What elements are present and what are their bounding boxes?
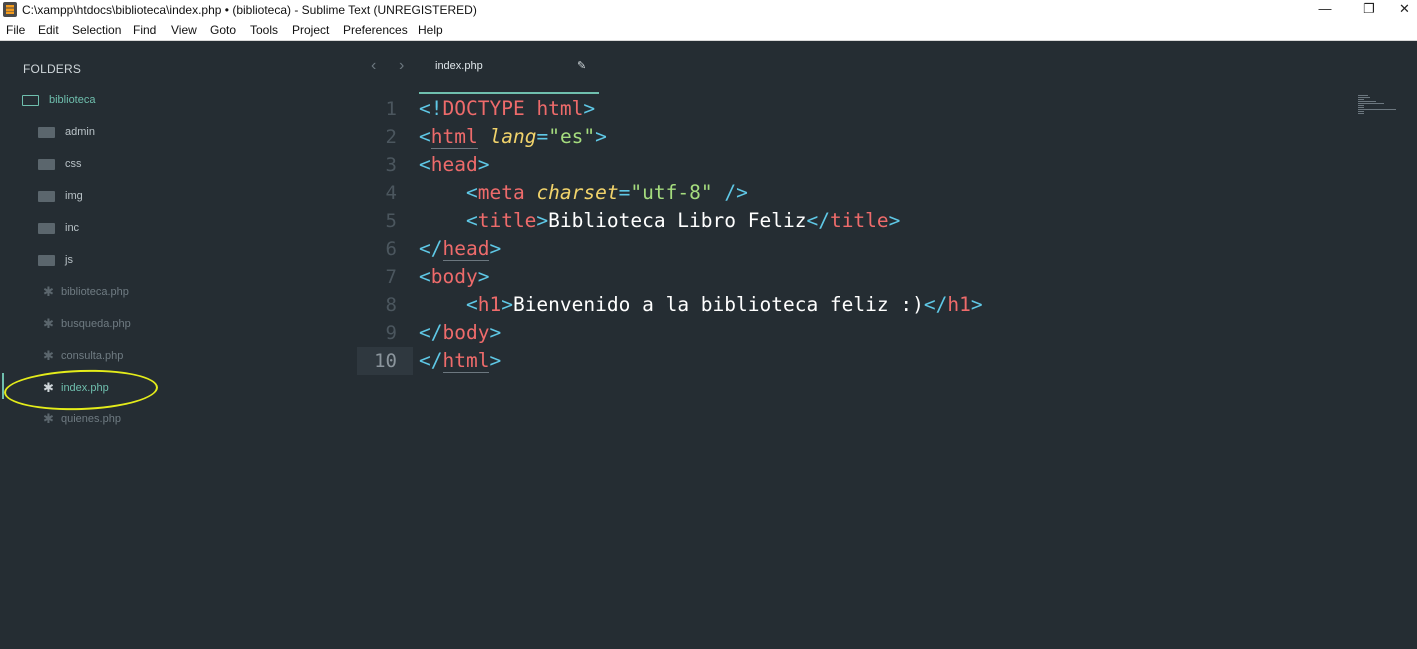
menu-find[interactable]: Find xyxy=(133,23,156,37)
window-title: C:\xampp\htdocs\biblioteca\index.php • (… xyxy=(22,3,477,17)
menu-view[interactable]: View xyxy=(171,23,197,37)
menu-goto[interactable]: Goto xyxy=(210,23,236,37)
line-number: 9 xyxy=(385,322,397,344)
code-line[interactable]: <head> xyxy=(419,151,489,179)
code-line[interactable]: </body> xyxy=(419,319,501,347)
code-line[interactable]: <title>Biblioteca Libro Feliz</title> xyxy=(419,207,900,235)
file-asterisk-icon: ✱ xyxy=(43,316,54,331)
code-line[interactable]: </html> xyxy=(419,347,501,375)
file-label: busqueda.php xyxy=(61,318,131,330)
folder-icon xyxy=(38,125,55,138)
menu-tools[interactable]: Tools xyxy=(250,23,278,37)
folder-icon xyxy=(38,253,55,266)
sidebar: FOLDERS biblioteca admin css img inc js … xyxy=(0,41,357,649)
code-line[interactable]: <body> xyxy=(419,263,489,291)
folder-root-label: biblioteca xyxy=(49,94,96,106)
code-line[interactable]: <html lang="es"> xyxy=(419,123,607,151)
tab-active-indicator xyxy=(419,92,599,94)
line-number: 8 xyxy=(385,294,397,316)
menu-project[interactable]: Project xyxy=(292,23,329,37)
line-number: 6 xyxy=(385,238,397,260)
minimap[interactable] xyxy=(1358,94,1408,116)
folder-label: img xyxy=(65,190,83,202)
folder-label: admin xyxy=(65,126,95,138)
close-button[interactable]: ✕ xyxy=(1392,0,1417,20)
maximize-button[interactable]: ❐ xyxy=(1346,0,1392,20)
folder-label: js xyxy=(65,254,73,266)
menu-help[interactable]: Help xyxy=(418,23,443,37)
menu-selection[interactable]: Selection xyxy=(72,23,121,37)
line-number: 7 xyxy=(385,266,397,288)
pencil-icon: ✎ xyxy=(577,60,587,72)
file-label: quienes.php xyxy=(61,413,121,425)
line-number: 5 xyxy=(385,210,397,232)
folder-icon xyxy=(38,189,55,202)
menu-edit[interactable]: Edit xyxy=(38,23,59,37)
file-label: biblioteca.php xyxy=(61,286,129,298)
code-line[interactable]: <!DOCTYPE html> xyxy=(419,95,595,123)
folder-label: inc xyxy=(65,222,80,234)
line-number: 2 xyxy=(385,126,397,148)
folder-icon xyxy=(38,157,55,170)
line-number: 1 xyxy=(385,98,397,120)
file-asterisk-icon: ✱ xyxy=(43,348,54,363)
file-label: consulta.php xyxy=(61,350,124,362)
line-number-current: 10 xyxy=(357,347,413,375)
title-bar: C:\xampp\htdocs\biblioteca\index.php • (… xyxy=(0,0,1417,20)
folder-icon xyxy=(38,221,55,234)
folder-label: css xyxy=(65,158,82,170)
code-line[interactable]: <meta charset="utf-8" /> xyxy=(419,179,748,207)
line-number: 4 xyxy=(385,182,397,204)
menu-file[interactable]: File xyxy=(6,23,25,37)
line-number: 3 xyxy=(385,154,397,176)
tab-label: index.php xyxy=(435,60,483,72)
tab-bar: ‹ › index.php ✎ xyxy=(357,41,1417,94)
code-line[interactable]: </head> xyxy=(419,235,501,263)
file-asterisk-icon: ✱ xyxy=(43,284,54,299)
menu-bar: File Edit Selection Find View Goto Tools… xyxy=(0,20,1417,41)
nav-forward-icon[interactable]: › xyxy=(399,57,404,75)
folder-open-icon xyxy=(22,93,39,106)
menu-preferences[interactable]: Preferences xyxy=(343,23,408,37)
nav-back-icon[interactable]: ‹ xyxy=(371,57,376,75)
code-line[interactable]: <h1>Bienvenido a la biblioteca feliz :)<… xyxy=(419,291,983,319)
file-asterisk-icon: ✱ xyxy=(43,411,54,426)
folders-header: FOLDERS xyxy=(23,62,82,76)
sublime-logo-icon xyxy=(3,2,17,17)
minimize-button[interactable]: — xyxy=(1302,0,1348,20)
hand-drawn-highlight xyxy=(3,367,159,413)
